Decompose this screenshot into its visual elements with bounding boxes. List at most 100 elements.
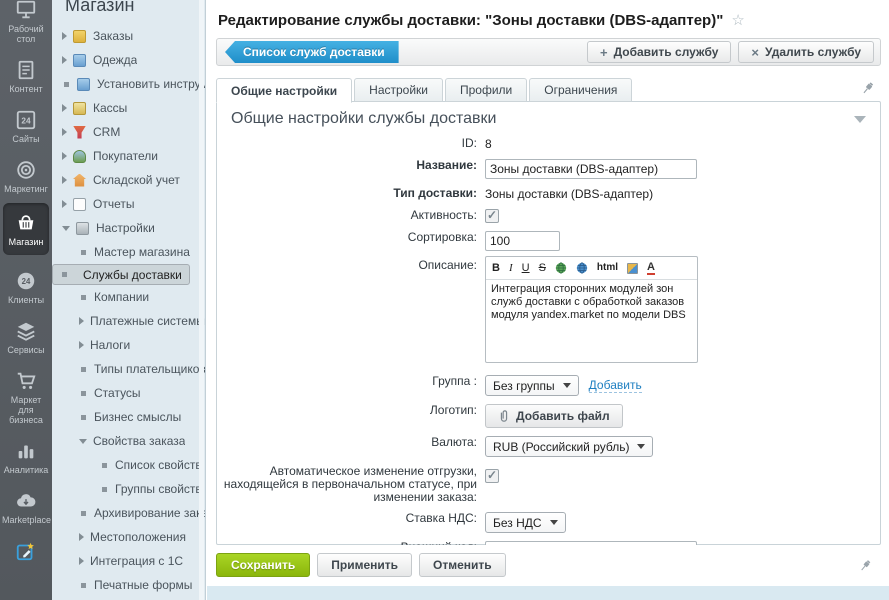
vat-select-value: Без НДС bbox=[493, 516, 542, 530]
strikethrough-button[interactable]: S bbox=[539, 262, 546, 274]
save-button[interactable]: Сохранить bbox=[216, 553, 310, 577]
chevron-right-icon bbox=[62, 152, 67, 160]
currency-label: Валюта: bbox=[217, 433, 485, 449]
sidebar-item-property-list[interactable]: Список свойств bbox=[52, 453, 205, 477]
edit-form-panel: Общие настройки службы доставки ID: 8 На… bbox=[216, 101, 881, 545]
cart-icon bbox=[15, 370, 37, 392]
remove-link-icon[interactable] bbox=[576, 262, 588, 274]
bullet-icon bbox=[81, 511, 86, 516]
favorite-star-icon[interactable]: ☆ bbox=[731, 12, 744, 29]
sidebar-item-locations[interactable]: Местоположения bbox=[52, 525, 205, 549]
sidebar-item-taxes[interactable]: Налоги bbox=[52, 333, 205, 357]
active-checkbox[interactable] bbox=[485, 209, 499, 223]
delete-service-button[interactable]: ×Удалить службу bbox=[738, 41, 874, 63]
tab-general-settings[interactable]: Общие настройки bbox=[216, 78, 352, 103]
sidebar-item-cash-registers[interactable]: Кассы bbox=[52, 96, 205, 120]
form-row-active: Активность: bbox=[217, 206, 880, 223]
sort-input[interactable] bbox=[485, 231, 560, 251]
sidebar-item-label: Заказы bbox=[93, 29, 133, 43]
rail-item-services[interactable]: Сервисы bbox=[0, 314, 52, 355]
sidebar-item-shop-wizard[interactable]: Мастер магазина bbox=[52, 240, 205, 264]
rail-item-label: Marketplace bbox=[0, 515, 52, 525]
tab-profiles[interactable]: Профили bbox=[445, 78, 527, 102]
font-color-button[interactable]: A bbox=[647, 261, 655, 275]
rail-item-market-business[interactable]: Маркет для бизнеса bbox=[0, 364, 52, 425]
rail-item-analytics[interactable]: Аналитика bbox=[0, 434, 52, 475]
rail-item-desktop[interactable]: Рабочий стол bbox=[0, 0, 52, 44]
rail-item-sites[interactable]: 24 Сайты bbox=[0, 103, 52, 144]
sidebar-item-label: Печатные формы bbox=[94, 578, 192, 592]
sidebar-item-delivery-services[interactable]: Службы доставки bbox=[52, 264, 190, 285]
sidebar-item-crm[interactable]: CRM bbox=[52, 120, 205, 144]
apply-button[interactable]: Применить bbox=[317, 553, 412, 577]
sidebar-item-business-meanings[interactable]: Бизнес смыслы bbox=[52, 405, 205, 429]
sidebar-item-label: Кассы bbox=[93, 101, 127, 115]
insert-link-icon[interactable] bbox=[555, 262, 567, 274]
sidebar-item-reports[interactable]: Отчеты bbox=[52, 192, 205, 216]
active-label: Активность: bbox=[217, 206, 485, 222]
chevron-down-icon bbox=[637, 444, 645, 449]
bold-button[interactable]: B bbox=[492, 262, 500, 274]
collapse-section-icon[interactable] bbox=[854, 116, 866, 123]
rail-item-clients[interactable]: 24 Клиенты bbox=[0, 264, 52, 305]
html-button[interactable]: html bbox=[597, 262, 618, 274]
sidebar-item-label: Одежда bbox=[93, 53, 137, 67]
sidebar-item-statuses[interactable]: Статусы bbox=[52, 381, 205, 405]
sidebar-item-install-tools[interactable]: Установить инструменты и bbox=[52, 72, 205, 96]
description-textarea[interactable]: Интеграция сторонних модулей зон служб д… bbox=[486, 280, 697, 362]
tab-settings[interactable]: Настройки bbox=[354, 78, 443, 102]
color-palette-icon[interactable] bbox=[627, 263, 638, 274]
clients-24-icon: 24 bbox=[15, 270, 37, 292]
rail-item-shop[interactable]: Магазин bbox=[3, 203, 49, 255]
sidebar-item-payer-types[interactable]: Типы плательщиков bbox=[52, 357, 205, 381]
tab-restrictions[interactable]: Ограничения bbox=[529, 78, 632, 102]
sidebar-item-1c-integration[interactable]: Интеграция с 1С bbox=[52, 549, 205, 573]
add-group-link[interactable]: Добавить bbox=[589, 378, 642, 393]
rail-item-marketing[interactable]: Маркетинг bbox=[0, 153, 52, 194]
bullet-icon bbox=[81, 295, 86, 300]
italic-button[interactable]: I bbox=[509, 262, 513, 274]
rail-item-content[interactable]: Контент bbox=[0, 53, 52, 94]
sidebar-item-order-properties[interactable]: Свойства заказа bbox=[52, 429, 205, 453]
vat-select[interactable]: Без НДС bbox=[485, 512, 566, 533]
form-row-sort: Сортировка: bbox=[217, 228, 880, 251]
pin-icon[interactable] bbox=[860, 80, 876, 96]
sidebar-item-label: Платежные системы bbox=[90, 314, 205, 328]
add-file-button[interactable]: Добавить файл bbox=[485, 404, 623, 428]
sidebar-item-payment-systems[interactable]: Платежные системы bbox=[52, 309, 205, 333]
bar-chart-icon bbox=[15, 440, 37, 462]
rail-item-site-editor[interactable] bbox=[0, 534, 52, 562]
cash-register-icon bbox=[73, 102, 86, 115]
orders-icon bbox=[73, 30, 86, 43]
sidebar-item-warehouse[interactable]: Складской учет bbox=[52, 168, 205, 192]
layers-icon bbox=[15, 320, 37, 342]
sidebar-item-orders[interactable]: Заказы bbox=[52, 24, 205, 48]
sidebar-item-clothes[interactable]: Одежда bbox=[52, 48, 205, 72]
delivery-type-label: Тип доставки: bbox=[217, 184, 485, 200]
sidebar-item-companies[interactable]: Компании bbox=[52, 285, 205, 309]
plus-icon: + bbox=[600, 45, 608, 60]
toolbar-right-group: +Добавить службу ×Удалить службу bbox=[587, 41, 874, 63]
pin-icon[interactable] bbox=[858, 558, 873, 573]
add-service-button[interactable]: +Добавить службу bbox=[587, 41, 731, 63]
form-row-delivery-type: Тип доставки: Зоны доставки (DBS-адаптер… bbox=[217, 184, 880, 201]
sidebar-item-buyers[interactable]: Покупатели bbox=[52, 144, 205, 168]
rail-item-label: Маркет для бизнеса bbox=[0, 395, 52, 425]
sidebar-item-order-archiving[interactable]: Архивирование заказов bbox=[52, 501, 205, 525]
rail-item-marketplace[interactable]: Marketplace bbox=[0, 484, 52, 525]
sidebar-item-print-forms[interactable]: Печатные формы bbox=[52, 573, 205, 597]
sidebar-item-settings[interactable]: Настройки bbox=[52, 216, 205, 240]
sidebar-item-label: Интеграция с 1С bbox=[90, 554, 183, 568]
site-editor-icon bbox=[15, 540, 37, 562]
cancel-button[interactable]: Отменить bbox=[419, 553, 506, 577]
name-input[interactable] bbox=[485, 159, 697, 179]
chevron-right-icon bbox=[62, 32, 67, 40]
currency-select[interactable]: RUB (Российский рубль) bbox=[485, 436, 653, 457]
sidebar-item-property-groups[interactable]: Группы свойств bbox=[52, 477, 205, 501]
back-to-list-button[interactable]: Список служб доставки bbox=[225, 41, 399, 63]
rail-item-label: Аналитика bbox=[0, 465, 52, 475]
sidebar-scrollbar[interactable] bbox=[199, 0, 204, 600]
group-select[interactable]: Без группы bbox=[485, 375, 579, 396]
underline-button[interactable]: U bbox=[522, 262, 530, 274]
auto-shipment-checkbox[interactable] bbox=[485, 469, 499, 483]
